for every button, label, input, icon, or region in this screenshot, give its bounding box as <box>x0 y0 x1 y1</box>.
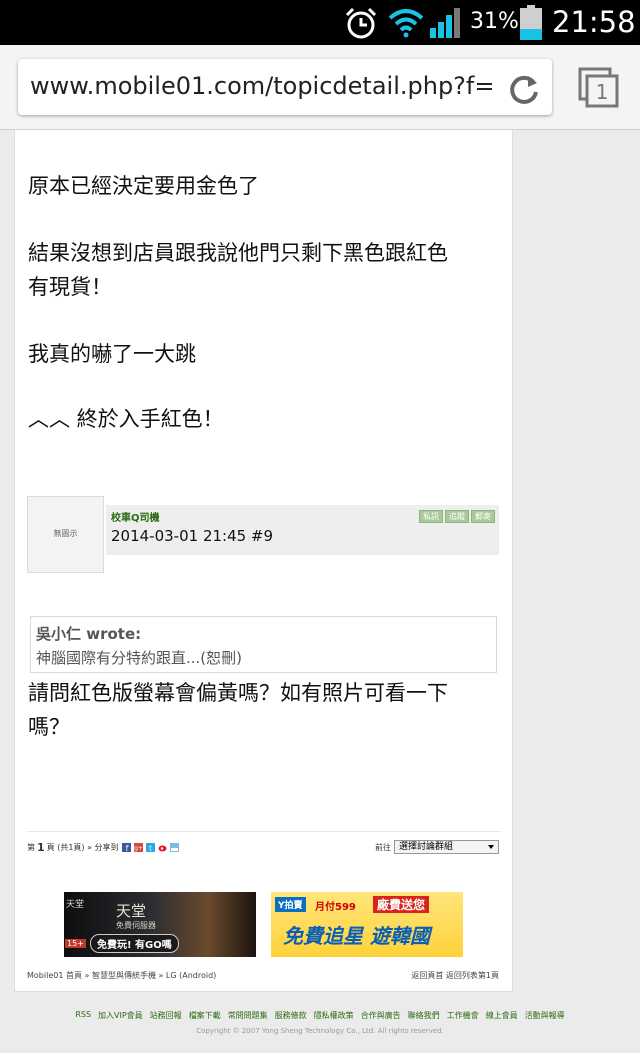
googleplus-icon[interactable]: g+ <box>133 843 143 852</box>
svg-text:g+: g+ <box>134 845 143 852</box>
avatar-placeholder-text: 無圖示 <box>53 529 78 538</box>
pager: 第 1 頁 (共1頁) » 分享到 f g+ t <box>27 841 179 854</box>
quote-author: 吳小仁 wrote: <box>36 625 142 643</box>
ad-title: 免費追星 遊韓國 <box>283 924 430 948</box>
alarm-icon <box>345 7 377 39</box>
age-rating-badge: 15+ <box>65 939 86 948</box>
ad-banner-lineage[interactable]: 天堂 天堂 免費伺服器 免費玩! 有GO嗎 15+ <box>64 892 256 957</box>
back-links[interactable]: 返回頁首 返回列表第1頁 <box>411 970 499 981</box>
post-actions: 私訊 追蹤 郵寄 <box>419 510 495 523</box>
ad-title: 天堂 <box>116 902 147 920</box>
footer-link[interactable]: 合作與廣告 <box>361 1010 401 1021</box>
footer-links: RSS 加入VIP會員 站務回報 檔案下載 常問問題集 服務條款 隱私權政策 合… <box>0 1010 640 1021</box>
facebook-icon[interactable]: f <box>121 843 131 852</box>
post-line: 原本已經決定要用金色了 <box>28 174 259 198</box>
browser-toolbar: www.mobile01.com/topicdetail.php?f= 1 <box>0 45 640 130</box>
svg-text:t: t <box>149 845 152 853</box>
post-line: 嗎？ <box>28 715 70 739</box>
copyright: Copyright © 2007 Yong Sheng Technology C… <box>196 1027 444 1035</box>
signal-icon <box>430 8 460 38</box>
ad-banner-auction[interactable]: Y拍賣 月付599 廠費送您 免費追星 遊韓國 <box>271 892 463 957</box>
battery-icon <box>520 5 542 40</box>
url-text[interactable]: www.mobile01.com/topicdetail.php?f= <box>30 71 494 101</box>
site-footer: RSS 加入VIP會員 站務回報 檔案下載 常問問題集 服務條款 隱私權政策 合… <box>0 1010 640 1035</box>
footer-link[interactable]: RSS <box>75 1010 91 1021</box>
author-link[interactable]: 校車Q司機 <box>111 509 160 524</box>
battery-percent: 31% <box>470 9 519 34</box>
post-date: 2014-03-01 21:45 #9 <box>111 527 274 545</box>
svg-text:f: f <box>125 844 128 852</box>
post-line: 有現貨！ <box>28 275 112 299</box>
tabs-icon[interactable]: 1 <box>578 67 620 109</box>
footer-link[interactable]: 聯絡我們 <box>408 1010 440 1021</box>
divider <box>27 831 501 832</box>
ad-corner-logo: 天堂 <box>66 900 85 910</box>
message-button[interactable]: 私訊 <box>419 510 443 523</box>
address-bar[interactable]: www.mobile01.com/topicdetail.php?f= <box>18 59 552 115</box>
footer-link[interactable]: 線上會員 <box>486 1010 518 1021</box>
footer-link[interactable]: 隱私權政策 <box>314 1010 354 1021</box>
ad-logo: Y拍賣 <box>275 897 306 912</box>
chevron-down-icon <box>488 845 494 849</box>
twitter-icon[interactable]: t <box>145 843 155 853</box>
post-line: 我真的嚇了一大跳 <box>28 342 196 366</box>
status-bar: 31% 21:58 <box>0 0 640 45</box>
wifi-icon <box>388 9 424 38</box>
quote-block: 吳小仁 wrote: 神腦國際有分特約跟直...(恕刪) <box>30 616 497 673</box>
post-header: 校車Q司機 私訊 追蹤 郵寄 2014-03-01 21:45 #9 <box>106 505 499 555</box>
forum-page: 原本已經決定要用金色了 結果沒想到店員跟我說他門只剩下黑色跟紅色 有現貨！ 我真… <box>14 130 513 992</box>
footer-link[interactable]: 加入VIP會員 <box>98 1010 143 1021</box>
post-line: 結果沒想到店員跟我說他門只剩下黑色跟紅色 <box>28 241 448 265</box>
select-value: 選擇討論群組 <box>399 842 454 852</box>
svg-text:1: 1 <box>596 80 609 104</box>
ad-subtitle: 免費伺服器 <box>116 921 156 930</box>
pager-prefix: 第 <box>27 843 35 852</box>
pager-suffix: 頁 (共1頁) » 分享到 <box>46 843 119 852</box>
footer-link[interactable]: 活動與報導 <box>525 1010 565 1021</box>
footer-link[interactable]: 檔案下載 <box>189 1010 221 1021</box>
forum-group-select[interactable]: 選擇討論群組 <box>394 840 499 854</box>
clock: 21:58 <box>552 5 636 39</box>
footer-link[interactable]: 服務條款 <box>275 1010 307 1021</box>
ad-promo-badge: 廠費送您 <box>373 896 430 913</box>
ad-cta: 免費玩! 有GO嗎 <box>90 934 179 953</box>
footer-link[interactable]: 工作機會 <box>447 1010 479 1021</box>
footer-link[interactable]: 常問問題集 <box>228 1010 268 1021</box>
footer-link[interactable]: 站務回報 <box>150 1010 182 1021</box>
avatar[interactable]: 無圖示 <box>27 496 104 573</box>
ad-promo: 月付599 <box>315 902 356 913</box>
quote-text: 神腦國際有分特約跟直...(恕刪) <box>36 649 243 667</box>
post-line: 請問紅色版螢幕會偏黃嗎？如有照片可看一下 <box>28 681 448 705</box>
plurk-icon[interactable] <box>169 843 179 852</box>
follow-button[interactable]: 追蹤 <box>445 510 469 523</box>
weibo-icon[interactable] <box>158 843 167 852</box>
post-line: ︿︿ 終於入手紅色！ <box>28 407 224 431</box>
mail-button[interactable]: 郵寄 <box>471 510 495 523</box>
reload-icon[interactable] <box>506 72 542 108</box>
pager-current: 1 <box>37 841 45 854</box>
goto-label: 前往 <box>375 843 391 852</box>
breadcrumb[interactable]: Mobile01 首頁 » 智慧型與傳統手機 » LG (Android) <box>27 970 216 981</box>
